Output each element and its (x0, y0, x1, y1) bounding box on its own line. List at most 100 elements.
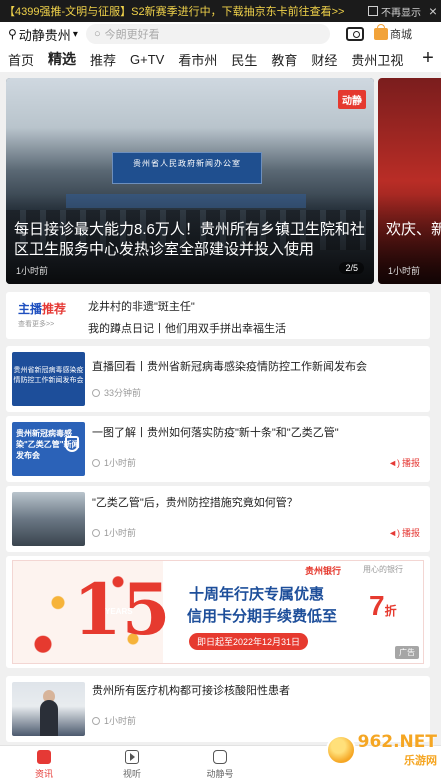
nav-media-label: 视听 (122, 769, 141, 779)
anniversary-years: YEARS (105, 607, 133, 616)
promo-discount: 7折 (369, 589, 397, 628)
hide-ad-option[interactable]: 不再显示 (368, 4, 421, 19)
shop-button[interactable]: 商城 (374, 24, 412, 42)
radio-icon[interactable] (346, 27, 364, 41)
close-icon[interactable]: × (425, 3, 441, 19)
nav-account[interactable]: 动静号 (176, 746, 264, 784)
site-watermark: 962.NET 乐游网 (325, 732, 437, 768)
ad-text[interactable]: 【4399强推-文明与征服】S2新赛季进行中，下载抽京东卡前往查看>> (0, 3, 368, 19)
watermark-logo-icon (325, 735, 356, 765)
discount-value: 7 (369, 590, 385, 621)
tab-home[interactable]: 首页 (8, 50, 34, 69)
chevron-down-icon: ▾ (72, 28, 78, 40)
news-thumbnail: 贵州省新冠病毒感染疫情防控工作新闻发布会 (12, 352, 85, 406)
news-icon (37, 750, 51, 764)
promo-date: 即日起至2022年12月31日 (189, 633, 309, 650)
anchor-brand-accent: 推荐 (42, 302, 67, 316)
news-meta: 1小时前 (92, 526, 136, 539)
hero-title[interactable]: 每日接诊最大能力8.6万人！贵州所有乡镇卫生院和社区卫生服务中心发热诊室全部建设… (14, 220, 366, 260)
tab-guizhou-tv[interactable]: 贵州卫视 (351, 50, 403, 69)
search-icon: ○ (94, 28, 101, 40)
promo-banner[interactable]: 15 YEARS 贵州银行 用心的银行 十周年行庆专属优惠 信用卡分期手续费低至… (12, 560, 424, 664)
news-time: 1小时前 (104, 716, 137, 726)
news-time: 1小时前 (104, 458, 137, 468)
speaker-icon: ◄) (388, 457, 400, 468)
promo-ad-card[interactable]: 15 YEARS 贵州银行 用心的银行 十周年行庆专属优惠 信用卡分期手续费低至… (6, 556, 430, 668)
nav-news[interactable]: 资讯 (0, 746, 88, 784)
bank-slogan: 用心的银行 (363, 565, 403, 574)
tab-cities[interactable]: 看市州 (178, 50, 217, 69)
press-board: 贵州省人民政府新闻办公室 (112, 152, 262, 184)
listen-label: 播报 (401, 458, 420, 468)
search-header: ⚲ 动静贵州 ▾ ○ 今朗更好看 商城 (0, 22, 441, 46)
tab-education[interactable]: 教育 (271, 50, 297, 69)
search-input[interactable]: ○ 今朗更好看 (86, 24, 330, 44)
channel-logo: 动静 (338, 90, 366, 109)
thumbnail-person (40, 700, 58, 736)
thumbnail-caption: 贵州省新冠病毒感染疫情防控工作新闻发布会 (13, 367, 84, 384)
clock-icon (92, 716, 100, 725)
promo-headline-2: 信用卡分期手续费低至 (187, 608, 338, 625)
carousel-counter: 2/5 (339, 262, 364, 274)
listen-button[interactable]: ◄) 播报 (388, 456, 420, 469)
hero-carousel-slide[interactable]: 贵州省人民政府新闻办公室 动静 每日接诊最大能力8.6万人！贵州所有乡镇卫生院和… (6, 78, 374, 284)
watermark-site: 962.NET (357, 732, 437, 752)
anchor-headline-2[interactable]: 我的蹲点日记丨他们用双手拼出幸福生活 (88, 320, 286, 336)
app-screen: 【4399强推-文明与征服】S2新赛季进行中，下载抽京东卡前往查看>> 不再显示… (0, 0, 441, 784)
speaker-icon: ◄) (388, 527, 400, 538)
news-item[interactable]: 贵州省新冠病毒感染疫情防控工作新闻发布会 直播回看丨贵州省新冠病毒感染疫情防控工… (6, 346, 430, 412)
location-pin-icon: ⚲ (8, 27, 17, 41)
tab-gtv[interactable]: G+TV (130, 52, 164, 67)
news-thumbnail: 贵州新冠病毒感染"乙类乙管"新闻发布会 (12, 422, 85, 476)
chat-icon (213, 750, 227, 764)
watermark-sub: 乐游网 (404, 755, 437, 767)
ad-tag: 广告 (395, 646, 419, 659)
top-ad-banner[interactable]: 【4399强推-文明与征服】S2新赛季进行中，下载抽京东卡前往查看>> 不再显示… (0, 0, 441, 22)
location-label: 动静贵州 (18, 27, 71, 43)
nav-account-label: 动静号 (206, 769, 234, 779)
clock-icon (92, 388, 100, 397)
news-item[interactable]: "乙类乙管"后，贵州防控措施究竟如何管？ 1小时前 ◄) 播报 (6, 486, 430, 552)
listen-button[interactable]: ◄) 播报 (388, 526, 420, 539)
search-placeholder: 今朗更好看 (104, 29, 160, 41)
news-title[interactable]: 一图了解丨贵州如何落实防疫"新十条"和"乙类乙管" (92, 426, 422, 440)
anchor-more-link[interactable]: 查看更多>> (18, 319, 78, 329)
tab-livelihood[interactable]: 民生 (231, 50, 257, 69)
anchor-recommend-card[interactable]: 主播推荐 查看更多>> 龙井村的非遗"斑主任" 我的蹲点日记丨他们用双手拼出幸福… (6, 292, 430, 339)
clock-icon (92, 458, 100, 467)
hero-next-time: 1小时前 (388, 266, 421, 276)
bank-logo: 贵州银行 (305, 566, 342, 576)
discount-unit: 折 (384, 604, 397, 618)
tab-featured[interactable]: 精选 (48, 49, 76, 69)
watermark-text: 962.NET 乐游网 (358, 732, 437, 768)
news-item[interactable]: 贵州新冠病毒感染"乙类乙管"新闻发布会 一图了解丨贵州如何落实防疫"新十条"和"… (6, 416, 430, 482)
hide-ad-label: 不再显示 (381, 7, 421, 19)
clock-icon (92, 528, 100, 537)
shop-label: 商城 (390, 29, 412, 41)
news-time: 1小时前 (104, 528, 137, 538)
shopping-bag-icon (374, 24, 388, 40)
anchor-headline-1[interactable]: 龙井村的非遗"斑主任" (88, 298, 195, 314)
news-title[interactable]: "乙类乙管"后，贵州防控措施究竟如何管？ (92, 496, 422, 510)
add-channel-icon[interactable]: + (415, 46, 441, 72)
news-title[interactable]: 直播回看丨贵州省新冠病毒感染疫情防控工作新闻发布会 (92, 360, 422, 374)
shield-icon (65, 436, 79, 452)
news-title[interactable]: 贵州所有医疗机构都可接诊核酸阳性患者 (92, 684, 422, 698)
hero-carousel-next-slide[interactable]: 欢庆、新 开启 1小时前 (378, 78, 441, 284)
play-icon (125, 750, 139, 764)
hide-ad-checkbox[interactable] (368, 6, 378, 16)
channel-tabs: 首页 精选 推荐 G+TV 看市州 民生 教育 财经 贵州卫视 百姓 + (0, 46, 441, 72)
anchor-brand[interactable]: 主播推荐 查看更多>> (18, 300, 78, 330)
press-board-text: 贵州省人民政府新闻办公室 (133, 159, 241, 168)
news-meta: 1小时前 (92, 714, 136, 727)
location-selector[interactable]: ⚲ 动静贵州 ▾ (0, 25, 86, 44)
news-time: 33分钟前 (104, 388, 142, 398)
tab-recommend[interactable]: 推荐 (90, 50, 116, 69)
anchor-brand-title: 主播推荐 (18, 300, 78, 317)
hero-next-title[interactable]: 欢庆、新 开启 (386, 220, 441, 240)
nav-media[interactable]: 视听 (88, 746, 176, 784)
hero-time: 1小时前 (16, 266, 49, 276)
tab-finance[interactable]: 财经 (311, 50, 337, 69)
news-meta: 33分钟前 (92, 386, 141, 399)
listen-label: 播报 (401, 528, 420, 538)
